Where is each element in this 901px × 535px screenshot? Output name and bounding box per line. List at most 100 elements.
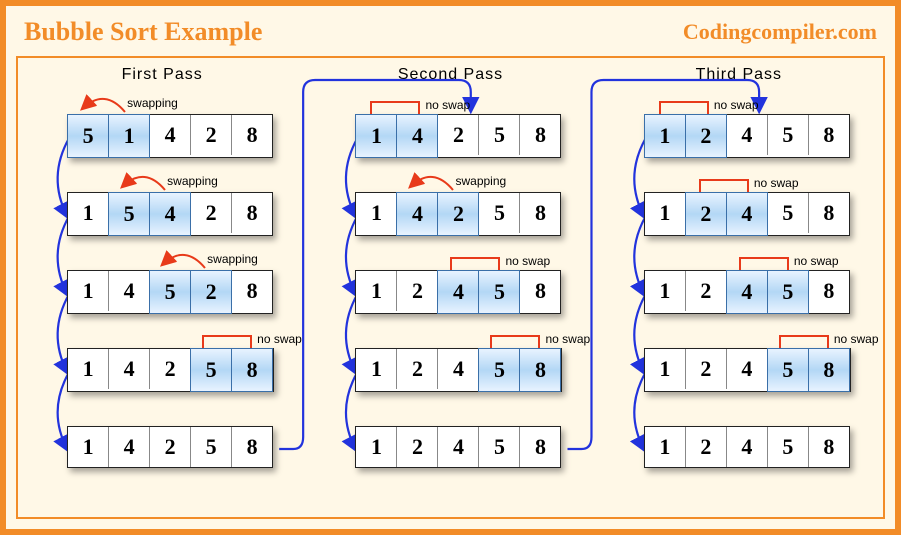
array-row: 51428 <box>67 114 273 158</box>
array-cell: 1 <box>68 349 109 389</box>
array-cell: 5 <box>108 192 150 236</box>
array-cell: 2 <box>397 349 438 389</box>
array-cell: 4 <box>727 427 768 467</box>
pass-column: Third Pass12458no swap12458no swap12458n… <box>604 66 874 517</box>
array-cell: 8 <box>232 427 272 467</box>
step: 12458no swap <box>315 348 585 426</box>
step: 12458 <box>604 426 874 504</box>
array-cell: 2 <box>190 270 232 314</box>
array-cell: 1 <box>356 349 397 389</box>
array-cell: 1 <box>645 349 686 389</box>
noswap-label: no swap <box>834 332 879 346</box>
array-cell: 4 <box>438 349 479 389</box>
array-cell: 2 <box>397 427 438 467</box>
array-cell: 8 <box>520 271 560 311</box>
pass-column: First Pass51428swapping15428swapping1452… <box>27 66 297 517</box>
noswap-label: no swap <box>425 98 470 112</box>
array-row: 12458 <box>644 270 850 314</box>
array-cell: 2 <box>685 114 727 158</box>
array-cell: 4 <box>396 114 438 158</box>
array-cell: 8 <box>520 115 560 155</box>
array-cell: 1 <box>355 114 397 158</box>
array-cell: 4 <box>438 427 479 467</box>
noswap-bracket-icon <box>734 256 784 270</box>
array-cell: 2 <box>437 192 479 236</box>
array-cell: 4 <box>727 115 768 155</box>
array-cell: 4 <box>396 192 438 236</box>
noswap-bracket-icon <box>197 334 247 348</box>
array-cell: 2 <box>191 193 232 233</box>
array-cell: 8 <box>232 193 272 233</box>
array-cell: 4 <box>727 349 768 389</box>
step: 14258no swap <box>27 348 297 426</box>
array-cell: 4 <box>150 115 191 155</box>
noswap-bracket-icon <box>694 178 744 192</box>
array-cell: 1 <box>68 427 109 467</box>
array-cell: 2 <box>191 115 232 155</box>
array-cell: 4 <box>726 270 768 314</box>
array-cell: 8 <box>520 193 560 233</box>
array-cell: 5 <box>479 115 520 155</box>
array-cell: 2 <box>685 192 727 236</box>
noswap-label: no swap <box>257 332 302 346</box>
swap-label: swapping <box>455 174 506 188</box>
array-row: 15428 <box>67 192 273 236</box>
array-cell: 1 <box>68 271 109 311</box>
outer-frame: Bubble Sort Example Codingcompiler.com F… <box>0 0 901 535</box>
array-cell: 4 <box>149 192 191 236</box>
array-row: 14258 <box>67 426 273 468</box>
array-cell: 2 <box>686 349 727 389</box>
array-cell: 8 <box>809 271 849 311</box>
array-cell: 5 <box>478 270 520 314</box>
array-cell: 5 <box>191 427 232 467</box>
diagram-area: First Pass51428swapping15428swapping1452… <box>16 56 885 519</box>
array-row: 12458 <box>644 114 850 158</box>
array-row: 12458 <box>355 348 562 392</box>
swap-label: swapping <box>127 96 178 110</box>
array-cell: 5 <box>768 115 809 155</box>
array-cell: 2 <box>150 427 191 467</box>
array-row: 12458 <box>644 348 851 392</box>
pass-column: Second Pass14258no swap14258swapping1245… <box>315 66 585 517</box>
site-name: Codingcompiler.com <box>683 19 877 45</box>
array-cell: 1 <box>68 193 109 233</box>
noswap-label: no swap <box>505 254 550 268</box>
noswap-label: no swap <box>545 332 590 346</box>
array-cell: 2 <box>686 427 727 467</box>
array-cell: 5 <box>768 427 809 467</box>
array-row: 12458 <box>355 426 561 468</box>
array-cell: 2 <box>686 271 727 311</box>
array-cell: 2 <box>150 349 191 389</box>
array-row: 14258 <box>67 348 274 392</box>
header: Bubble Sort Example Codingcompiler.com <box>6 6 895 56</box>
array-cell: 4 <box>726 192 768 236</box>
array-cell: 5 <box>479 193 520 233</box>
array-cell: 1 <box>356 271 397 311</box>
noswap-label: no swap <box>794 254 839 268</box>
array-cell: 1 <box>645 271 686 311</box>
swap-label: swapping <box>207 252 258 266</box>
step: 14258 <box>27 426 297 504</box>
array-cell: 1 <box>356 427 397 467</box>
array-cell: 8 <box>808 348 850 392</box>
pass-title: First Pass <box>27 66 297 84</box>
array-cell: 5 <box>190 348 232 392</box>
array-cell: 4 <box>109 427 150 467</box>
pass-title: Third Pass <box>604 66 874 84</box>
array-cell: 4 <box>109 349 150 389</box>
noswap-bracket-icon <box>654 100 704 114</box>
noswap-bracket-icon <box>774 334 824 348</box>
array-cell: 5 <box>478 348 520 392</box>
noswap-bracket-icon <box>445 256 495 270</box>
step: 12458no swap <box>604 348 874 426</box>
noswap-bracket-icon <box>365 100 415 114</box>
array-cell: 5 <box>67 114 109 158</box>
array-cell: 5 <box>768 193 809 233</box>
page-title: Bubble Sort Example <box>24 17 262 47</box>
step: 12458 <box>315 426 585 504</box>
array-cell: 8 <box>519 348 561 392</box>
array-cell: 1 <box>645 427 686 467</box>
array-cell: 8 <box>809 193 849 233</box>
array-cell: 4 <box>437 270 479 314</box>
array-cell: 2 <box>397 271 438 311</box>
